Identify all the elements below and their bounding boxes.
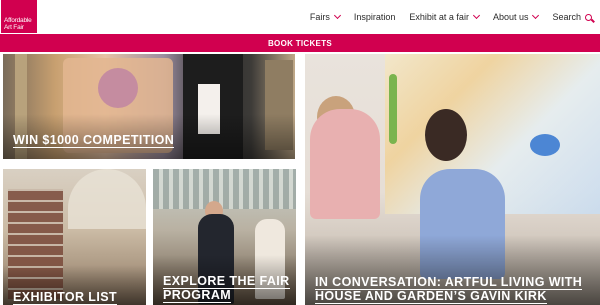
nav-item-inspiration-label: Inspiration: [353, 12, 396, 22]
explore-caption: EXPLORE THE FAIR PROGRAM: [163, 274, 290, 303]
search-button[interactable]: Search: [552, 12, 592, 22]
search-icon: [585, 13, 592, 21]
affordable-art-fair-logo[interactable]: Affordable Art Fair: [1, 0, 37, 33]
main-nav: Fairs Inspiration Exhibit at a fair Abou…: [310, 0, 600, 34]
nav-item-exhibit-label: Exhibit at a fair: [409, 12, 469, 22]
chevron-down-icon: [532, 11, 540, 20]
explore-program-tile[interactable]: EXPLORE THE FAIR PROGRAM: [153, 169, 296, 305]
nav-item-fairs[interactable]: Fairs: [309, 11, 341, 22]
search-label: Search: [552, 12, 581, 22]
book-tickets-label: BOOK TICKETS: [267, 38, 333, 48]
nav-item-fairs-label: Fairs: [309, 12, 330, 22]
chevron-down-icon: [333, 11, 341, 20]
logo-line-1: Affordable: [4, 17, 32, 24]
chevron-down-icon: [472, 11, 480, 20]
competition-caption: WIN $1000 COMPETITION: [13, 133, 175, 148]
conversation-caption: IN CONVERSATION: ARTFUL LIVING WITH HOUS…: [315, 275, 583, 304]
exhibitor-image: [68, 169, 146, 229]
nav-item-about-label: About us: [492, 12, 529, 22]
conversation-tile[interactable]: IN CONVERSATION: ARTFUL LIVING WITH HOUS…: [305, 54, 600, 305]
nav-item-exhibit[interactable]: Exhibit at a fair: [409, 11, 480, 22]
site-header: Affordable Art Fair Fairs Inspiration Ex…: [0, 0, 600, 34]
exhibitor-list-tile[interactable]: EXHIBITOR LIST: [3, 169, 146, 305]
logo-line-2: Art Fair: [4, 24, 24, 31]
competition-tile[interactable]: WIN $1000 COMPETITION: [3, 54, 295, 159]
nav-item-about[interactable]: About us: [492, 11, 540, 22]
nav-item-inspiration[interactable]: Inspiration: [354, 12, 396, 22]
book-tickets-button[interactable]: BOOK TICKETS: [0, 34, 600, 52]
explore-image: [153, 169, 296, 209]
exhibitor-caption: EXHIBITOR LIST: [13, 290, 117, 305]
